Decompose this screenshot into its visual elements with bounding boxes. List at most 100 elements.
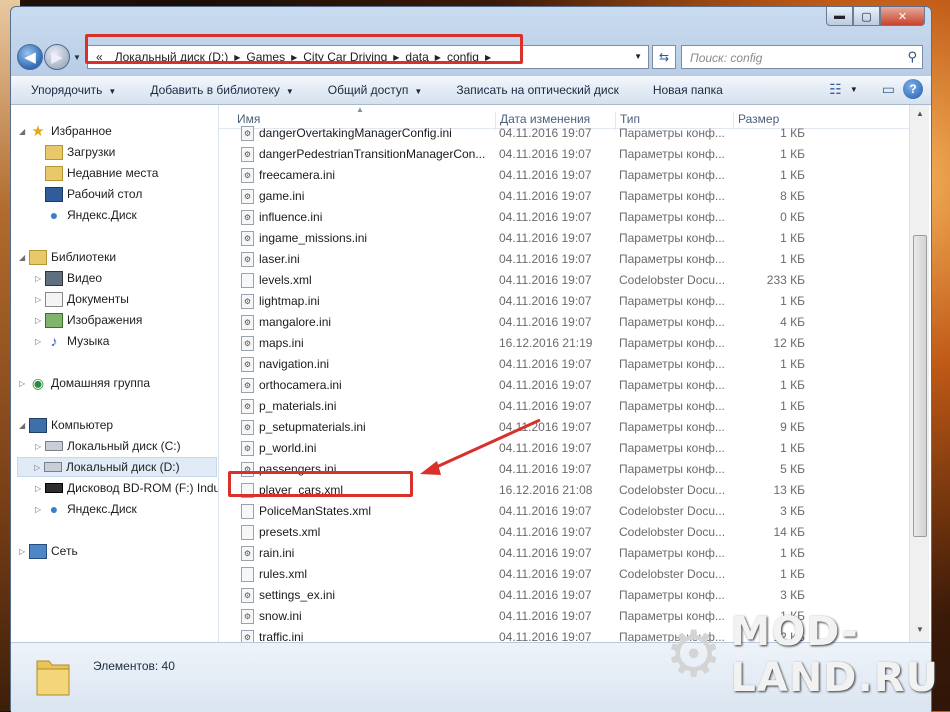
- nav-drive-d[interactable]: ▷ Локальный диск (D:): [17, 457, 217, 477]
- nav-desktop-label: Рабочий стол: [67, 187, 143, 201]
- add-to-library-menu[interactable]: Добавить в библиотеку ▼: [130, 83, 307, 97]
- file-row[interactable]: ⚙ p_materials.ini 04.11.2016 19:07 Параметр…: [219, 396, 909, 417]
- nav-recent-places[interactable]: Недавние места: [45, 163, 158, 183]
- file-name: snow.ini: [259, 609, 302, 623]
- nav-homegroup[interactable]: ▷ ◉ Домашняя группа: [19, 373, 150, 393]
- file-row[interactable]: ⚙ dangerPedestrianTransitionManagerCon...…: [219, 144, 909, 165]
- file-row[interactable]: ⚙ ingame_missions.ini 04.11.2016 19:07 Пара…: [219, 228, 909, 249]
- collapse-arrow-icon[interactable]: ▷: [35, 316, 45, 325]
- file-row[interactable]: ⚙ rain.ini 04.11.2016 19:07 Параметры конф.…: [219, 543, 909, 564]
- refresh-button[interactable]: ⇆: [652, 45, 676, 69]
- collapse-arrow-icon[interactable]: ▷: [35, 337, 45, 346]
- maximize-button[interactable]: ▢: [853, 7, 880, 26]
- nav-libraries[interactable]: ◢ Библиотеки: [19, 247, 116, 267]
- nav-favorites[interactable]: ◢ ★ Избранное: [19, 121, 112, 141]
- search-placeholder: Поиск: config: [690, 51, 763, 65]
- file-row[interactable]: ⚙ p_setupmaterials.ini 04.11.2016 19:07 Пар…: [219, 417, 909, 438]
- burn-label: Записать на оптический диск: [456, 83, 619, 97]
- nav-images[interactable]: ▷ Изображения: [35, 310, 142, 330]
- recent-pages-dropdown[interactable]: ▼: [73, 53, 81, 62]
- nav-network[interactable]: ▷ Сеть: [19, 541, 78, 561]
- expand-arrow-icon[interactable]: ◢: [19, 421, 29, 430]
- chevron-down-icon: ▼: [414, 87, 423, 96]
- nav-images-label: Изображения: [67, 313, 143, 327]
- collapse-arrow-icon[interactable]: ▷: [35, 442, 45, 451]
- search-icon[interactable]: ⚲: [907, 49, 917, 65]
- collapse-arrow-icon[interactable]: ▷: [35, 295, 45, 304]
- help-icon[interactable]: ?: [903, 79, 923, 99]
- file-row[interactable]: levels.xml 04.11.2016 19:07 Codelobster Do…: [219, 270, 909, 291]
- file-size: 3 КБ: [780, 588, 805, 602]
- nav-yandex-disk-2[interactable]: ▷ ● Яндекс.Диск: [35, 499, 137, 519]
- file-row[interactable]: ⚙ influence.ini 04.11.2016 19:07 Параметры …: [219, 207, 909, 228]
- share-label: Общий доступ: [327, 83, 409, 97]
- file-name: p_setupmaterials.ini: [259, 420, 366, 434]
- expand-arrow-icon[interactable]: ◢: [19, 253, 29, 262]
- file-size: 1 КБ: [780, 294, 805, 308]
- collapse-arrow-icon[interactable]: ▷: [19, 547, 29, 556]
- file-row[interactable]: ⚙ orthocamera.ini 04.11.2016 19:07 Параметр…: [219, 375, 909, 396]
- view-dropdown-icon[interactable]: ▼: [850, 85, 858, 94]
- scroll-up-icon[interactable]: ▲: [913, 109, 927, 123]
- view-options-icon[interactable]: ☷: [829, 81, 842, 98]
- file-row[interactable]: rules.xml 04.11.2016 19:07 Codelobster Doc…: [219, 564, 909, 585]
- file-date: 04.11.2016 19:07: [499, 294, 592, 308]
- new-folder-button[interactable]: Новая папка: [633, 83, 737, 97]
- scrollbar-thumb[interactable]: [913, 235, 927, 537]
- file-row[interactable]: ⚙ dangerOvertakingManagerConfig.ini 04.11.…: [219, 123, 909, 144]
- address-dropdown-icon[interactable]: ▼: [634, 52, 642, 61]
- preview-pane-icon[interactable]: ▭: [882, 81, 895, 98]
- file-row[interactable]: ⚙ settings_ex.ini 04.11.2016 19:07 Параметр…: [219, 585, 909, 606]
- file-type: Параметры конф...: [619, 441, 725, 455]
- file-row[interactable]: ⚙ maps.ini 16.12.2016 21:19 Параметры конф.…: [219, 333, 909, 354]
- explorer-window: ▬ ▢ ✕ ◀ ▶ ▼ « Локальный диск (D:) ▶ Game…: [10, 6, 932, 712]
- nav-computer[interactable]: ◢ Компьютер: [19, 415, 113, 435]
- nav-downloads[interactable]: Загрузки: [45, 142, 115, 162]
- config-file-icon: ⚙: [241, 588, 254, 603]
- file-type: Параметры конф...: [619, 210, 725, 224]
- nav-bd-rom[interactable]: ▷ Дисковод BD-ROM (F:) Indus: [35, 478, 219, 498]
- file-date: 04.11.2016 19:07: [499, 504, 592, 518]
- vertical-scrollbar[interactable]: ▲ ▼: [909, 105, 929, 642]
- file-name: navigation.ini: [259, 357, 330, 371]
- file-row[interactable]: ⚙ mangalore.ini 04.11.2016 19:07 Параметры …: [219, 312, 909, 333]
- file-row[interactable]: ⚙ navigation.ini 04.11.2016 19:07 Параметры…: [219, 354, 909, 375]
- burn-button[interactable]: Записать на оптический диск: [436, 83, 633, 97]
- back-button[interactable]: ◀: [17, 44, 43, 70]
- item-count: Элементов: 40: [93, 659, 175, 673]
- nav-desktop[interactable]: Рабочий стол: [45, 184, 142, 204]
- collapse-arrow-icon[interactable]: ▷: [19, 379, 29, 388]
- file-date: 16.12.2016 21:08: [499, 483, 593, 497]
- nav-music[interactable]: ▷ ♪ Музыка: [35, 331, 109, 351]
- config-file-icon: ⚙: [241, 210, 254, 225]
- file-row[interactable]: presets.xml 04.11.2016 19:07 Codelobster D…: [219, 522, 909, 543]
- search-input[interactable]: Поиск: config ⚲: [681, 45, 923, 69]
- config-file-icon: ⚙: [241, 378, 254, 393]
- expand-arrow-icon[interactable]: ◢: [19, 127, 29, 136]
- file-row[interactable]: PoliceManStates.xml 04.11.2016 19:07 Codel…: [219, 501, 909, 522]
- drive-icon: [44, 462, 62, 472]
- file-row[interactable]: ⚙ lightmap.ini 04.11.2016 19:07 Параметры к…: [219, 291, 909, 312]
- nav-bd-rom-label: Дисковод BD-ROM (F:) Indus: [67, 481, 219, 495]
- file-size: 4 КБ: [780, 315, 805, 329]
- nav-documents[interactable]: ▷ Документы: [35, 289, 129, 309]
- nav-computer-label: Компьютер: [51, 418, 114, 432]
- organize-menu[interactable]: Упорядочить ▼: [11, 83, 130, 97]
- share-menu[interactable]: Общий доступ ▼: [308, 83, 437, 97]
- file-row[interactable]: ⚙ game.ini 04.11.2016 19:07 Параметры конф.…: [219, 186, 909, 207]
- forward-button[interactable]: ▶: [44, 44, 70, 70]
- collapse-arrow-icon[interactable]: ▷: [34, 463, 44, 472]
- file-date: 04.11.2016 19:07: [499, 168, 592, 182]
- collapse-arrow-icon[interactable]: ▷: [35, 274, 45, 283]
- file-row[interactable]: ⚙ freecamera.ini 04.11.2016 19:07 Параметры…: [219, 165, 909, 186]
- nav-video[interactable]: ▷ Видео: [35, 268, 102, 288]
- collapse-arrow-icon[interactable]: ▷: [35, 484, 45, 493]
- close-button[interactable]: ✕: [880, 7, 925, 26]
- collapse-arrow-icon[interactable]: ▷: [35, 505, 45, 514]
- nav-yandex-disk[interactable]: ● Яндекс.Диск: [45, 205, 137, 225]
- file-row[interactable]: ⚙ laser.ini 04.11.2016 19:07 Параметры конф…: [219, 249, 909, 270]
- minimize-button[interactable]: ▬: [826, 7, 853, 26]
- file-row[interactable]: ⚙ p_world.ini 04.11.2016 19:07 Параметры ко…: [219, 438, 909, 459]
- nav-drive-c[interactable]: ▷ Локальный диск (C:): [35, 436, 181, 456]
- xml-file-icon: [241, 504, 254, 519]
